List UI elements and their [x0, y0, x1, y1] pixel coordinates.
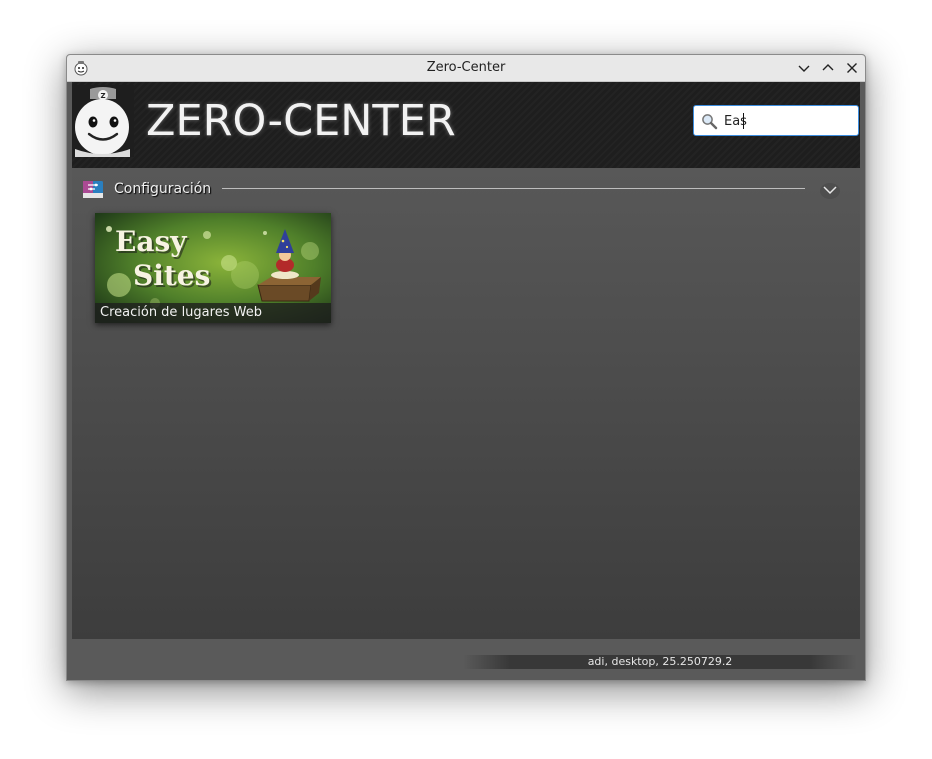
- close-icon[interactable]: [844, 60, 860, 76]
- content-area: Configuración Easy Easy Sites Sites Crea…: [72, 168, 860, 639]
- app-tile-easy-sites[interactable]: Easy Easy Sites Sites Creación de lugare…: [95, 213, 331, 323]
- chevron-down-icon[interactable]: [819, 180, 841, 200]
- main-window: Zero-Center Z ZERO-CENTER Eas Configurac…: [66, 54, 866, 681]
- title-bar[interactable]: Zero-Center: [67, 55, 865, 82]
- art-line1: Easy: [115, 225, 187, 258]
- maximize-icon[interactable]: [820, 60, 836, 76]
- section-title: Configuración: [114, 181, 212, 197]
- magnifier-icon: [702, 114, 718, 130]
- footer-bar: adi, desktop, 25.250729.2: [67, 639, 865, 680]
- settings-category-icon: [83, 181, 103, 198]
- app-header: Z ZERO-CENTER: [72, 82, 860, 168]
- logo-badge: Z: [100, 92, 105, 100]
- art-line2: Sites: [133, 259, 210, 292]
- section-divider: [222, 188, 805, 189]
- logo-wordmark: ZERO-CENTER: [146, 96, 456, 146]
- mascot-logo-icon: Z: [72, 85, 134, 157]
- status-text: adi, desktop, 25.250729.2: [463, 655, 857, 669]
- app-tile-caption: Creación de lugares Web: [95, 303, 331, 323]
- search-box[interactable]: [693, 105, 859, 136]
- text-caret: [743, 113, 744, 129]
- window-title: Zero-Center: [426, 60, 506, 75]
- minimize-icon[interactable]: [796, 60, 812, 76]
